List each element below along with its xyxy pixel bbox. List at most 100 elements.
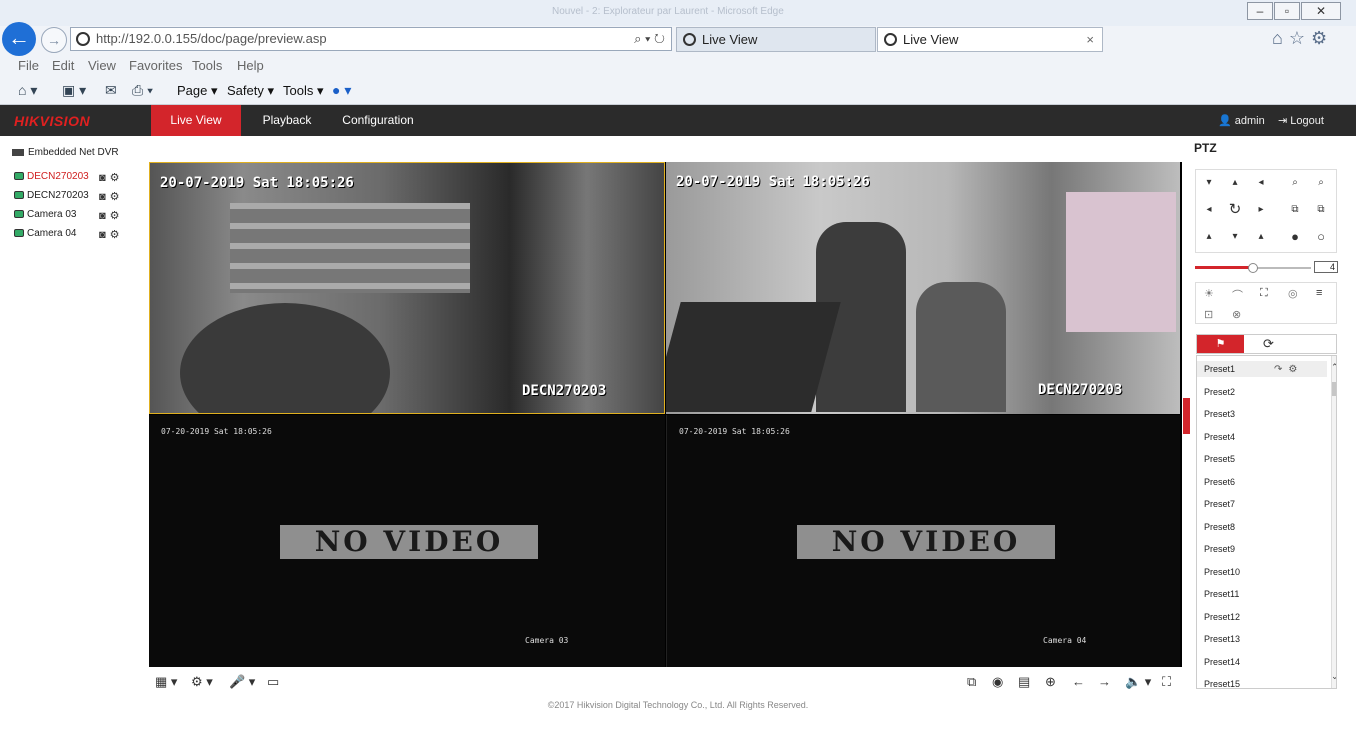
ptz-down-left-button[interactable]: ▴ [1198,226,1220,248]
iris-close-icon[interactable]: ○ [1310,226,1332,248]
camera-actions[interactable]: ◙⚙ [99,209,124,222]
video-pane-4[interactable]: 07-20-2019 Sat 18:05:26 NO VIDEO Camera … [666,415,1180,667]
slider-knob[interactable] [1248,263,1258,273]
preset-scrollbar[interactable]: ⌃ ⌄ [1331,356,1336,688]
scroll-up-icon[interactable]: ⌃ [1331,362,1336,373]
menu-favorites[interactable]: Favorites [129,58,182,73]
preset-item[interactable]: Preset14 [1204,654,1240,670]
preset-item[interactable]: Preset5 [1204,451,1235,467]
minimize-button[interactable]: – [1247,2,1273,20]
volume-icon[interactable]: 🔈 ▾ [1125,674,1151,690]
preset-item[interactable]: Preset6 [1204,474,1235,490]
iris-open-icon[interactable]: ● [1284,226,1306,248]
camera-item-4[interactable]: Camera 04 ◙⚙ [14,228,120,241]
tab-playback[interactable]: Playback [252,105,322,136]
lens-init-icon[interactable]: ◎ [1288,287,1298,300]
capture-icon[interactable]: ◉ [992,674,1003,690]
ptz-up-button[interactable]: ▴ [1224,172,1246,194]
tab-presets-flag-icon[interactable]: ⚑ [1197,335,1244,353]
menu-tools[interactable]: Tools [192,58,222,73]
zoom-in-icon[interactable]: ⌕ [1310,172,1332,194]
preset-item[interactable]: Preset8 [1204,519,1235,535]
scroll-down-icon[interactable]: ⌄ [1331,671,1336,682]
ptz-up-right-button[interactable]: ◂ [1250,172,1272,194]
address-bar[interactable]: http://192.0.0.155/doc/page/preview.asp … [70,27,672,51]
ptz-collapse-handle[interactable] [1183,398,1190,434]
preset-actions[interactable]: ↷⚙ [1274,364,1303,375]
preset-item[interactable]: Preset1 [1197,361,1327,377]
preset-item[interactable]: Preset12 [1204,609,1240,625]
menu-icon[interactable]: ≡ [1316,287,1322,299]
ptz-down-right-button[interactable]: ▴ [1250,226,1272,248]
ptz-speed-slider[interactable] [1195,263,1311,273]
forward-button[interactable]: → [41,27,67,53]
browser-actions[interactable]: ⌂☆⚙ [1272,28,1333,49]
menu-file[interactable]: File [18,58,39,73]
ptz-down-button[interactable]: ▾ [1224,226,1246,248]
previous-page-icon[interactable]: ← [1072,674,1085,689]
stop-all-icon[interactable]: ⧉ [967,674,976,690]
mail-icon[interactable]: ✉ [105,82,117,99]
close-tab-icon[interactable]: × [1086,28,1094,51]
camera-actions[interactable]: ◙⚙ [99,190,124,203]
close-window-button[interactable]: ✕ [1301,2,1341,20]
preset-item[interactable]: Preset13 [1204,631,1240,647]
camera-actions[interactable]: ◙⚙ [99,228,124,241]
camera-actions[interactable]: ◙⚙ [99,171,124,184]
layout-icon[interactable]: ▦ ▾ [155,674,177,690]
light-icon[interactable]: ☀ [1204,287,1214,300]
preset-item[interactable]: Preset9 [1204,541,1235,557]
preset-item[interactable]: Preset10 [1204,564,1240,580]
preset-item[interactable]: Preset7 [1204,496,1235,512]
focus-near-icon[interactable]: ⧉ [1284,199,1306,221]
preset-item[interactable]: Preset3 [1204,406,1235,422]
menu-help[interactable]: Help [237,58,264,73]
scroll-thumb[interactable] [1332,382,1336,396]
menu-view[interactable]: View [88,58,116,73]
maximize-button[interactable]: ▫ [1274,2,1300,20]
camera-item-2[interactable]: DECN270203 ◙⚙ [14,190,120,203]
logout-button[interactable]: ⇥ Logout [1278,114,1324,127]
display-settings-icon[interactable]: ▭ [267,674,279,690]
ptz-left-button[interactable]: ◂ [1198,199,1220,221]
3d-zoom-icon[interactable]: ⊡ [1204,308,1213,321]
video-pane-2[interactable]: 20-07-2019 Sat 18:05:26 DECN270203 [666,162,1180,414]
preset-item[interactable]: Preset11 [1204,586,1239,602]
tab-live-view[interactable]: Live View [151,105,241,136]
ptz-right-button[interactable]: ▸ [1250,199,1272,221]
home-icon[interactable]: ⌂ ▾ [18,82,37,99]
tab-live-view-2[interactable]: Live View × [877,27,1103,52]
tab-patrol-icon[interactable]: ⟳ [1245,335,1292,353]
manual-tracking-icon[interactable]: ⊗ [1232,308,1241,321]
record-icon[interactable]: ▤ [1018,674,1030,690]
next-page-icon[interactable]: → [1098,674,1111,689]
ptz-auto-icon[interactable]: ↻ [1224,199,1246,221]
auto-focus-icon[interactable]: ⛶ [1260,287,1268,300]
dvr-root[interactable]: Embedded Net DVR [12,147,119,158]
microphone-icon[interactable]: 🎤 ▾ [229,674,255,690]
help-icon[interactable]: ● ▾ [332,82,351,99]
digital-zoom-icon[interactable]: ⊕ [1045,674,1056,690]
video-pane-1[interactable]: 20-07-2019 Sat 18:05:26 DECN270203 [149,162,665,414]
print-icon[interactable]: ⎙ ▾ [132,82,153,99]
tab-configuration[interactable]: Configuration [332,105,424,136]
feeds-icon[interactable]: ▣ ▾ [62,82,86,99]
camera-item-1[interactable]: DECN270203 ◙⚙ [14,171,120,184]
menu-edit[interactable]: Edit [52,58,74,73]
page-menu[interactable]: Page ▾ [177,83,218,99]
back-button[interactable]: ← [2,22,36,56]
preset-item[interactable]: Preset4 [1204,429,1235,445]
fullscreen-icon[interactable]: ⛶ [1162,674,1171,690]
ptz-up-left-button[interactable]: ▾ [1198,172,1220,194]
tab-live-view-1[interactable]: Live View [676,27,876,52]
preset-item[interactable]: Preset2 [1204,384,1235,400]
video-pane-3[interactable]: 07-20-2019 Sat 18:05:26 NO VIDEO Camera … [149,415,665,667]
zoom-out-icon[interactable]: ⌕ [1284,172,1306,194]
user-menu[interactable]: 👤 admin [1218,114,1265,127]
stream-type-icon[interactable]: ⚙ ▾ [191,674,213,690]
preset-item[interactable]: Preset15 [1204,676,1240,688]
focus-far-icon[interactable]: ⧉ [1310,199,1332,221]
camera-item-3[interactable]: Camera 03 ◙⚙ [14,209,120,222]
tools-menu[interactable]: Tools ▾ [283,83,324,99]
wiper-icon[interactable]: ⌒ [1232,287,1243,303]
